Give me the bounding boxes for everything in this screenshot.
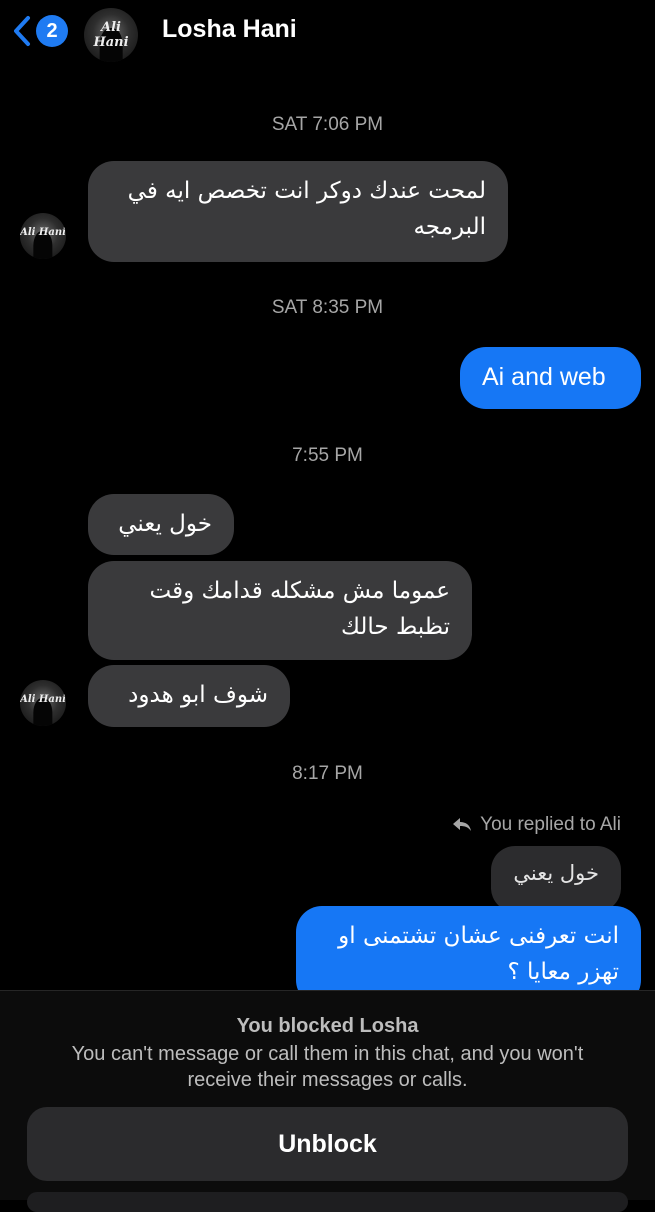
contact-avatar[interactable]: Ali Hani	[84, 8, 138, 62]
contact-name[interactable]: Losha Hani	[162, 15, 297, 44]
timestamp: 8:17 PM	[292, 763, 363, 784]
incoming-message[interactable]: خول يعني	[88, 494, 234, 555]
timestamp: SAT 7:06 PM	[271, 114, 384, 135]
reply-label-text: You replied to Ali	[480, 814, 621, 835]
outgoing-message[interactable]: Ai and web	[460, 347, 641, 409]
quoted-message[interactable]: خول يعني	[491, 846, 621, 912]
reply-context-label: You replied to Ali	[452, 814, 621, 836]
incoming-message[interactable]: عموما مش مشكله قدامك وقت تظبط حالك	[88, 561, 472, 660]
timestamp: SAT 8:35 PM	[271, 297, 384, 318]
incoming-message[interactable]: لمحت عندك دوكر انت تخصص ايه في البرمجه	[88, 161, 508, 262]
back-button[interactable]: 2	[12, 14, 68, 48]
blocked-title: You blocked Losha	[236, 1015, 419, 1037]
bottom-button-edge	[27, 1192, 628, 1212]
blocked-description: You can't message or call them in this c…	[71, 1043, 584, 1091]
unblock-button[interactable]: Unblock	[27, 1107, 628, 1181]
unread-count-badge: 2	[36, 15, 68, 47]
incoming-message[interactable]: شوف ابو هدود	[88, 665, 290, 727]
chat-header: 2 Ali Hani Losha Hani	[0, 0, 655, 68]
reply-arrow-icon	[453, 818, 472, 831]
chevron-left-icon	[14, 16, 30, 46]
sender-avatar[interactable]: Ali Hani	[20, 680, 66, 726]
timestamp: 7:55 PM	[292, 445, 363, 466]
avatar-lettering: Ali Hani	[93, 19, 129, 50]
sender-avatar[interactable]: Ali Hani	[20, 213, 66, 259]
